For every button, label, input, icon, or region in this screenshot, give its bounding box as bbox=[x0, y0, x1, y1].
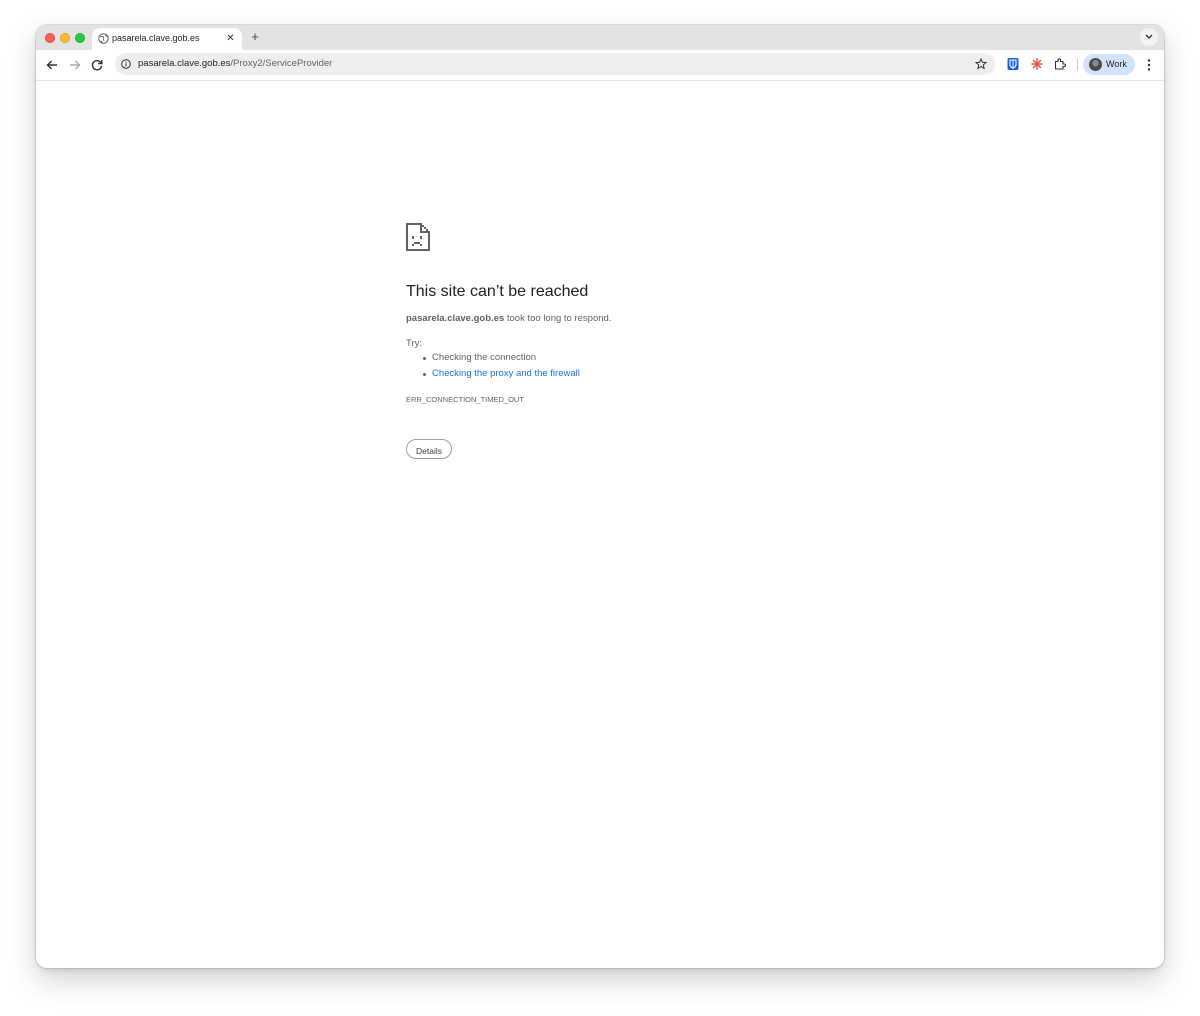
back-arrow-icon[interactable] bbox=[44, 57, 60, 73]
sparkle-extension-icon[interactable] bbox=[1030, 57, 1044, 71]
page-content: This site can’t be reached pasarela.clav… bbox=[36, 81, 1164, 968]
error-host: pasarela.clave.gob.es bbox=[406, 313, 505, 324]
close-tab-icon[interactable]: ✕ bbox=[224, 32, 237, 45]
zoom-window-button[interactable] bbox=[75, 33, 85, 43]
error-message: pasarela.clave.gob.es took too long to r… bbox=[406, 313, 611, 325]
puzzle-extensions-icon[interactable] bbox=[1053, 57, 1067, 71]
suggestion-proxy-firewall-link[interactable]: Checking the proxy and the firewall bbox=[432, 368, 580, 379]
bookmark-star-icon[interactable] bbox=[975, 58, 987, 70]
try-label: Try: bbox=[406, 338, 423, 349]
url-text: pasarela.clave.gob.es/Proxy2/ServiceProv… bbox=[138, 58, 332, 70]
toolbar: pasarela.clave.gob.es/Proxy2/ServiceProv… bbox=[36, 50, 1164, 81]
avatar bbox=[1089, 58, 1102, 71]
chevron-down-icon bbox=[1145, 34, 1153, 39]
bitwarden-icon[interactable] bbox=[1006, 57, 1020, 71]
tab-search-button[interactable] bbox=[1140, 28, 1158, 46]
tab-strip: pasarela.clave.gob.es ✕ + bbox=[36, 25, 1164, 50]
more-menu-icon[interactable] bbox=[1143, 58, 1155, 72]
profile-button[interactable]: Work bbox=[1083, 54, 1135, 75]
suggestion-check-connection: Checking the connection bbox=[432, 352, 537, 363]
browser-window: pasarela.clave.gob.es ✕ + pasarela.clave… bbox=[36, 25, 1164, 968]
forward-arrow-icon[interactable] bbox=[67, 57, 83, 73]
site-info-icon[interactable] bbox=[121, 59, 131, 69]
url-path: /Proxy2/ServiceProvider bbox=[230, 58, 333, 69]
new-tab-button[interactable]: + bbox=[248, 30, 262, 44]
globe-icon bbox=[98, 33, 109, 44]
tab-active[interactable]: pasarela.clave.gob.es ✕ bbox=[92, 28, 242, 50]
address-bar[interactable]: pasarela.clave.gob.es/Proxy2/ServiceProv… bbox=[115, 53, 995, 75]
toolbar-divider bbox=[1077, 59, 1078, 71]
minimize-window-button[interactable] bbox=[60, 33, 70, 43]
details-button[interactable]: Details bbox=[406, 439, 452, 459]
tab-title: pasarela.clave.gob.es bbox=[112, 33, 200, 43]
error-code: ERR_CONNECTION_TIMED_OUT bbox=[406, 395, 524, 404]
reload-icon[interactable] bbox=[89, 57, 105, 73]
profile-label: Work bbox=[1106, 59, 1127, 69]
list-item: Checking the connection bbox=[406, 352, 580, 368]
close-window-button[interactable] bbox=[45, 33, 55, 43]
error-message-suffix: took too long to respond. bbox=[504, 313, 612, 324]
sad-document-icon bbox=[406, 223, 430, 251]
error-title: This site can’t be reached bbox=[406, 283, 589, 300]
suggestion-list: Checking the connection Checking the pro… bbox=[406, 352, 580, 384]
url-host: pasarela.clave.gob.es bbox=[138, 58, 231, 69]
list-item: Checking the proxy and the firewall bbox=[406, 368, 580, 384]
